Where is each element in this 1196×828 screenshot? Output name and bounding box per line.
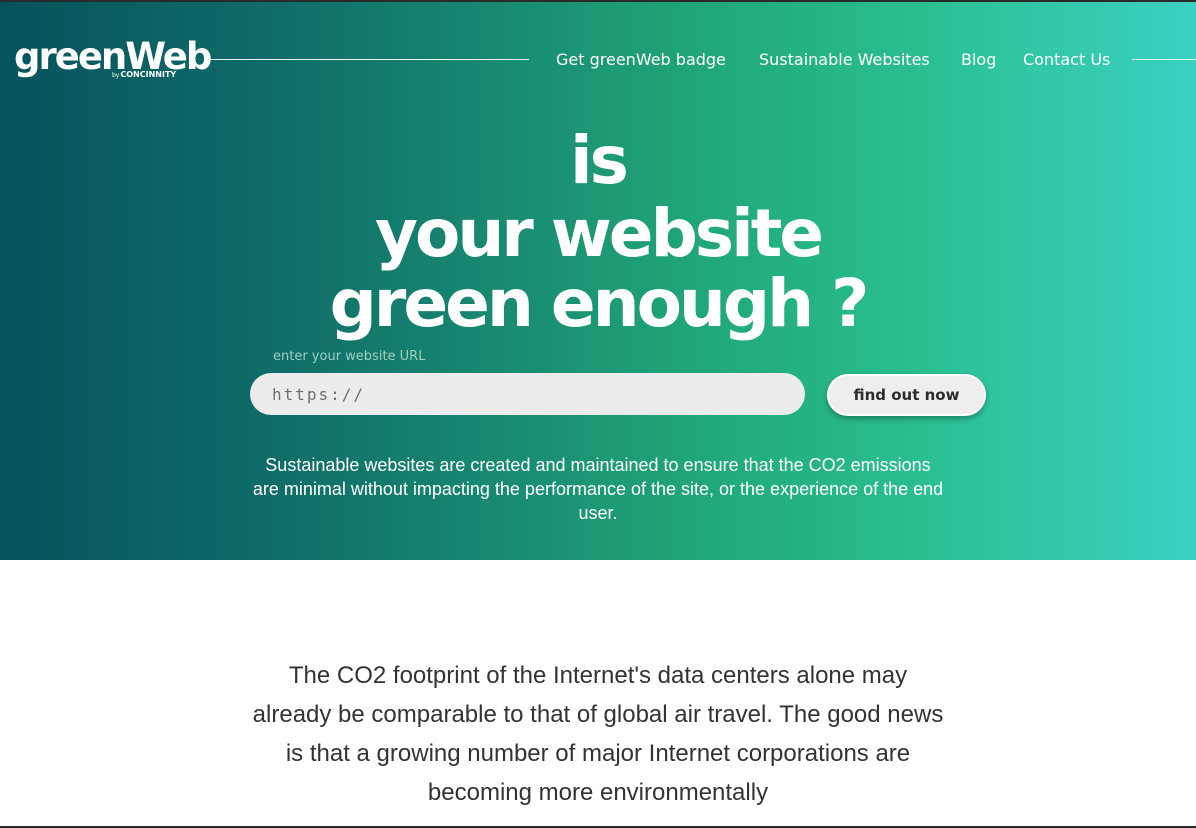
- url-input-label: enter your website URL: [273, 349, 426, 364]
- headline-line-1: is: [570, 122, 629, 199]
- nav-link-sustainable-websites[interactable]: Sustainable Websites: [759, 48, 930, 72]
- logo-by: by: [112, 72, 120, 79]
- hero-section: greenWeb byCONCINNITY Get greenWeb badge…: [0, 2, 1196, 560]
- main-nav: Get greenWeb badge Sustainable Websites …: [0, 48, 1196, 72]
- hero-description: Sustainable websites are created and mai…: [252, 455, 944, 523]
- find-out-now-button[interactable]: find out now: [827, 374, 986, 416]
- website-url-input[interactable]: [250, 373, 805, 415]
- nav-divider-right: [1132, 59, 1196, 60]
- headline-line-3: green enough ?: [329, 265, 870, 342]
- nav-link-blog[interactable]: Blog: [961, 48, 996, 72]
- nav-link-get-badge[interactable]: Get greenWeb badge: [556, 48, 726, 72]
- nav-link-contact-us[interactable]: Contact Us: [1023, 48, 1110, 72]
- headline-line-2: your website: [374, 195, 824, 272]
- intro-paragraph: The CO2 footprint of the Internet's data…: [252, 662, 944, 806]
